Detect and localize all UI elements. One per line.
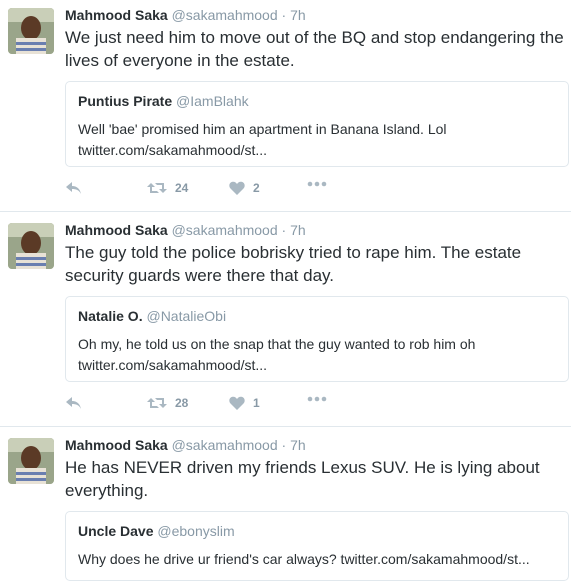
quoted-tweet[interactable]: Uncle Dave @ebonyslim Why does he drive … bbox=[65, 511, 569, 581]
author-handle[interactable]: @sakamahmood bbox=[172, 437, 278, 453]
like-button[interactable]: 2 bbox=[229, 181, 260, 195]
quoted-tweet-header: Puntius Pirate @IamBlahk bbox=[78, 92, 556, 110]
reply-button[interactable] bbox=[65, 396, 83, 410]
quoted-tweet-header: Natalie O. @NatalieObi bbox=[78, 307, 556, 325]
author-handle[interactable]: @sakamahmood bbox=[172, 7, 278, 23]
retweet-icon bbox=[147, 398, 167, 408]
reply-button[interactable] bbox=[65, 181, 83, 195]
tweet-header: Mahmood Saka @sakamahmood · 7h bbox=[65, 221, 306, 239]
heart-icon bbox=[229, 181, 245, 195]
tweet-text: We just need him to move out of the BQ a… bbox=[65, 28, 564, 70]
timestamp[interactable]: 7h bbox=[290, 7, 306, 23]
author-name[interactable]: Mahmood Saka bbox=[65, 222, 168, 238]
author-name[interactable]: Mahmood Saka bbox=[65, 7, 168, 23]
more-icon bbox=[307, 396, 327, 402]
separator: · bbox=[281, 222, 287, 238]
separator: · bbox=[281, 437, 287, 453]
tweet-text: He has NEVER driven my friends Lexus SUV… bbox=[65, 458, 540, 500]
retweet-button[interactable]: 28 bbox=[147, 396, 188, 410]
avatar-image bbox=[8, 223, 54, 269]
quoted-author-handle: @NatalieObi bbox=[146, 308, 227, 324]
retweet-button[interactable]: 24 bbox=[147, 181, 188, 195]
timestamp[interactable]: 7h bbox=[290, 437, 306, 453]
tweet-header: Mahmood Saka @sakamahmood · 7h bbox=[65, 436, 306, 454]
quoted-author-name: Uncle Dave bbox=[78, 523, 154, 539]
avatar-image bbox=[8, 8, 54, 54]
more-icon bbox=[307, 181, 327, 187]
separator: · bbox=[281, 7, 287, 23]
tweet-header: Mahmood Saka @sakamahmood · 7h bbox=[65, 6, 306, 24]
timestamp[interactable]: 7h bbox=[290, 222, 306, 238]
quoted-tweet-text: Well 'bae' promised him an apartment in … bbox=[78, 121, 447, 158]
tweet-divider bbox=[0, 211, 571, 212]
quoted-author-name: Puntius Pirate bbox=[78, 93, 173, 109]
tweet-divider bbox=[0, 426, 571, 427]
quoted-author-handle: @IamBlahk bbox=[176, 93, 249, 109]
more-button[interactable] bbox=[307, 396, 327, 402]
avatar[interactable] bbox=[8, 438, 54, 484]
avatar-image bbox=[8, 438, 54, 484]
author-name[interactable]: Mahmood Saka bbox=[65, 437, 168, 453]
quoted-author-name: Natalie O. bbox=[78, 308, 143, 324]
quoted-tweet-text: Oh my, he told us on the snap that the g… bbox=[78, 336, 476, 373]
author-handle[interactable]: @sakamahmood bbox=[172, 222, 278, 238]
heart-icon bbox=[229, 396, 245, 410]
like-count: 1 bbox=[253, 396, 260, 410]
avatar[interactable] bbox=[8, 8, 54, 54]
reply-icon bbox=[66, 397, 81, 409]
reply-icon bbox=[66, 182, 81, 194]
quoted-tweet[interactable]: Puntius Pirate @IamBlahk Well 'bae' prom… bbox=[65, 81, 569, 167]
retweet-count: 28 bbox=[175, 396, 189, 410]
like-button[interactable]: 1 bbox=[229, 396, 260, 410]
quoted-tweet-header: Uncle Dave @ebonyslim bbox=[78, 522, 556, 540]
retweet-count: 24 bbox=[175, 181, 189, 195]
quoted-tweet[interactable]: Natalie O. @NatalieObi Oh my, he told us… bbox=[65, 296, 569, 382]
like-count: 2 bbox=[253, 181, 260, 195]
avatar[interactable] bbox=[8, 223, 54, 269]
more-button[interactable] bbox=[307, 181, 327, 187]
tweet-text: The guy told the police bobrisky tried t… bbox=[65, 243, 522, 285]
quoted-tweet-text: Why does he drive ur friend's car always… bbox=[78, 551, 530, 567]
retweet-icon bbox=[147, 183, 167, 193]
quoted-author-handle: @ebonyslim bbox=[157, 523, 235, 539]
